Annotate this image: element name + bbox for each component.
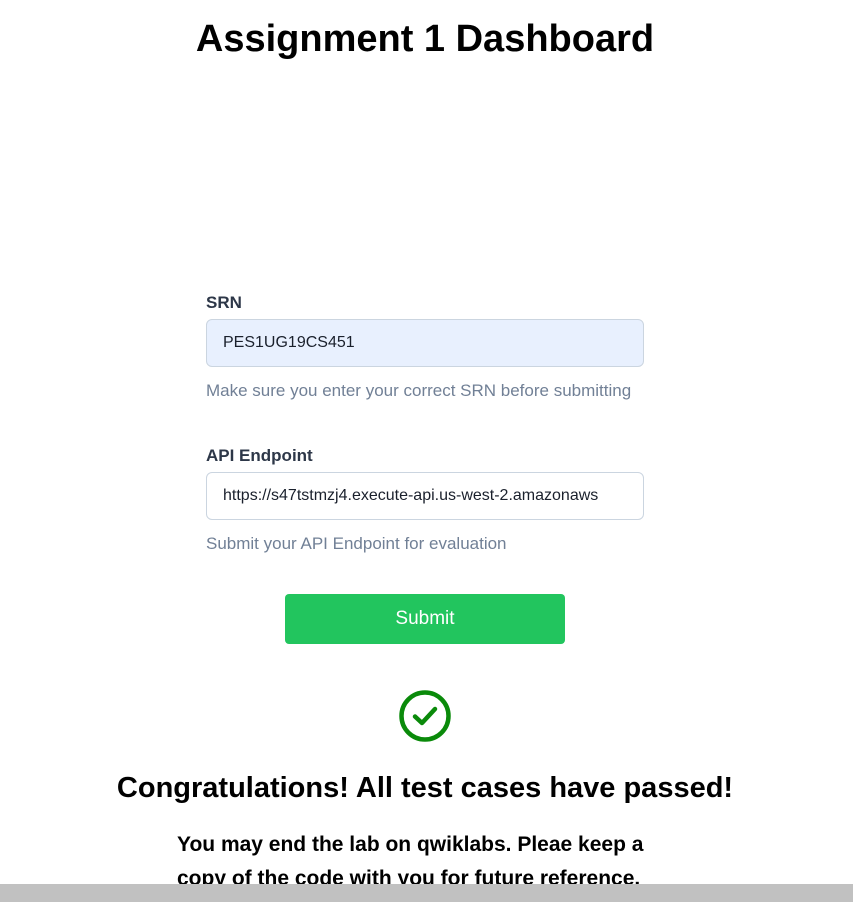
api-endpoint-field-group: API Endpoint Submit your API Endpoint fo…: [206, 445, 644, 555]
submit-button[interactable]: Submit: [285, 594, 565, 644]
horizontal-scrollbar[interactable]: [0, 884, 853, 902]
api-endpoint-input[interactable]: [206, 472, 644, 520]
srn-help-text: Make sure you enter your correct SRN bef…: [206, 381, 632, 400]
srn-input[interactable]: [206, 319, 644, 367]
api-endpoint-label: API Endpoint: [206, 446, 313, 465]
srn-label: SRN: [206, 293, 242, 312]
success-heading: Congratulations! All test cases have pas…: [116, 772, 734, 804]
page-title: Assignment 1 Dashboard: [195, 18, 655, 60]
check-circle-icon: [399, 690, 451, 742]
srn-field-group: SRN Make sure you enter your correct SRN…: [206, 292, 644, 402]
api-endpoint-help-text: Submit your API Endpoint for evaluation: [206, 534, 507, 553]
